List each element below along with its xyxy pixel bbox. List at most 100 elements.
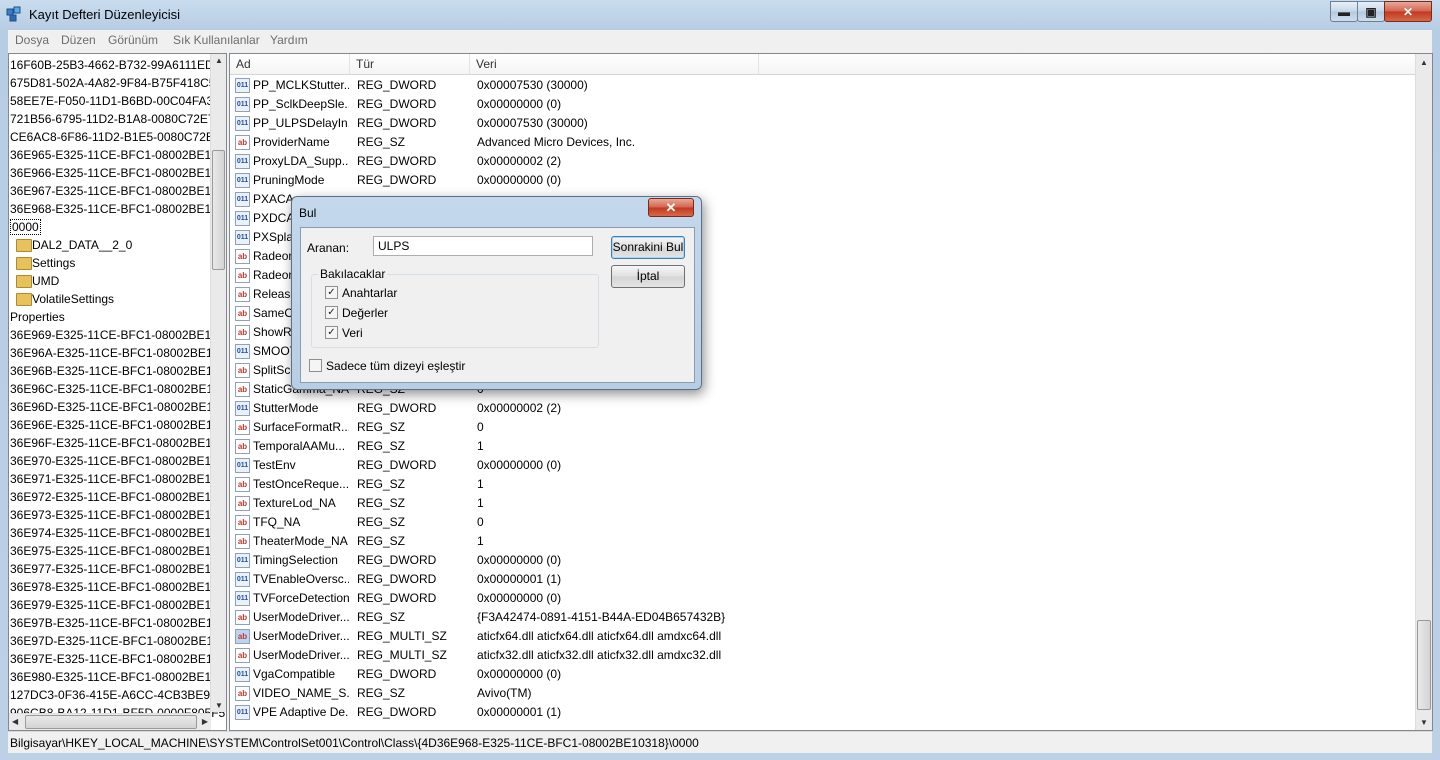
folder-icon	[16, 239, 32, 252]
tree-folder-item[interactable]: DAL2_DATA__2_0	[14, 236, 132, 254]
tree-key-item[interactable]: 36E975-E325-11CE-BFC1-08002BE103	[10, 542, 225, 560]
value-type: REG_SZ	[357, 135, 406, 149]
string-value-icon: ab	[235, 249, 250, 264]
tree-key-item[interactable]: 0000	[10, 218, 41, 236]
tree-key-item[interactable]: 36E977-E325-11CE-BFC1-08002BE103	[10, 560, 225, 578]
tree-vertical-scrollbar[interactable]: ▲ ▼	[210, 54, 226, 712]
tree-scroll-thumb[interactable]	[212, 150, 225, 270]
menu-yardim[interactable]: Yardım	[270, 33, 308, 47]
value-type: REG_DWORD	[357, 705, 437, 719]
dialog-close-button[interactable]: ✕	[648, 198, 694, 217]
scroll-left-arrow-icon[interactable]: ◀	[12, 717, 18, 726]
column-ad[interactable]: Ad	[230, 54, 350, 74]
value-data: Advanced Micro Devices, Inc.	[477, 135, 636, 149]
checkbox-values[interactable]: ✓	[325, 306, 338, 319]
tree-item-label: 36E96E-E325-11CE-BFC1-08002BE103	[10, 418, 226, 432]
tree-item-label: 36E96D-E325-11CE-BFC1-08002BE103	[10, 400, 227, 414]
maximize-button[interactable]: ▣	[1357, 1, 1385, 22]
binary-value-icon: 011	[235, 173, 250, 188]
value-type: REG_DWORD	[357, 667, 437, 681]
tree-item-label: 127DC3-0F36-415E-A6CC-4CB3BE910	[10, 688, 224, 702]
tree-item-label: 36E975-E325-11CE-BFC1-08002BE103	[10, 544, 225, 558]
client-area: 906CB8-BA12-11D1-BF5D-0000F805F5127DC3-0…	[8, 49, 1433, 731]
menu-duzen[interactable]: Düzen	[61, 33, 96, 47]
menu-sik-kullanilanlar[interactable]: Sık Kullanılanlar	[173, 33, 260, 47]
key-tree[interactable]: 906CB8-BA12-11D1-BF5D-0000F805F5127DC3-0…	[8, 53, 227, 731]
column-veri[interactable]: Veri	[470, 54, 759, 74]
list-scroll-thumb[interactable]	[1417, 620, 1431, 710]
tree-key-item[interactable]: 16F60B-25B3-4662-B732-99A6111EDC	[10, 56, 222, 74]
list-scroll-down-arrow-icon[interactable]: ▼	[1420, 718, 1428, 727]
scroll-down-arrow-icon[interactable]: ▼	[215, 701, 223, 710]
tree-key-item[interactable]: 36E97E-E325-11CE-BFC1-08002BE103	[10, 650, 226, 668]
tree-item-label: 721B56-6795-11D2-B1A8-0080C72E74	[10, 112, 222, 126]
checkbox-match-whole[interactable]	[309, 359, 322, 372]
value-type: REG_SZ	[357, 496, 406, 510]
list-vertical-scrollbar[interactable]: ▲ ▼	[1415, 54, 1432, 730]
tree-key-item[interactable]: 721B56-6795-11D2-B1A8-0080C72E74	[10, 110, 221, 128]
value-data: 0x00000000 (0)	[477, 553, 562, 567]
checkbox-data[interactable]: ✓	[325, 326, 338, 339]
tree-key-item[interactable]: Properties	[10, 308, 65, 326]
value-data: 0	[477, 515, 484, 529]
tree-key-item[interactable]: 36E978-E325-11CE-BFC1-08002BE103	[10, 578, 225, 596]
value-name: ProviderName	[253, 135, 330, 149]
binary-value-icon: 011	[235, 97, 250, 112]
find-next-button[interactable]: Sonrakini Bul	[611, 236, 685, 259]
tree-key-item[interactable]: 36E96E-E325-11CE-BFC1-08002BE103	[10, 416, 226, 434]
minimize-button[interactable]: ▬	[1330, 1, 1358, 22]
tree-key-item[interactable]: 58EE7E-F050-11D1-B6BD-00C04FA372	[10, 92, 226, 110]
tree-hscroll-thumb[interactable]	[25, 715, 197, 729]
checkbox-keys[interactable]: ✓	[325, 286, 338, 299]
value-data: 0x00000000 (0)	[477, 591, 562, 605]
menu-bar: Dosya Düzen Görünüm Sık Kullanılanlar Ya…	[8, 30, 1432, 49]
tree-key-item[interactable]: 36E96A-E325-11CE-BFC1-08002BE103	[10, 344, 226, 362]
tree-key-item[interactable]: 36E972-E325-11CE-BFC1-08002BE103	[10, 488, 225, 506]
tree-horizontal-scrollbar[interactable]: ◀ ▶	[9, 713, 211, 730]
tree-key-item[interactable]: CE6AC8-6F86-11D2-B1E5-0080C72E74	[10, 128, 226, 146]
tree-key-item[interactable]: 36E96D-E325-11CE-BFC1-08002BE103	[10, 398, 227, 416]
tree-key-item[interactable]: 36E96C-E325-11CE-BFC1-08002BE103	[10, 380, 226, 398]
tree-key-item[interactable]: 36E979-E325-11CE-BFC1-08002BE103	[10, 596, 225, 614]
menu-dosya[interactable]: Dosya	[15, 33, 49, 47]
column-tur[interactable]: Tür	[350, 54, 470, 74]
tree-key-item[interactable]: 36E969-E325-11CE-BFC1-08002BE103	[10, 326, 225, 344]
scroll-up-arrow-icon[interactable]: ▲	[215, 56, 223, 65]
tree-key-item[interactable]: 36E971-E325-11CE-BFC1-08002BE103	[10, 470, 225, 488]
tree-key-item[interactable]: 36E974-E325-11CE-BFC1-08002BE103	[10, 524, 225, 542]
list-scroll-up-arrow-icon[interactable]: ▲	[1420, 58, 1428, 67]
tree-folder-item[interactable]: Settings	[14, 254, 75, 272]
tree-key-item[interactable]: 675D81-502A-4A82-9F84-B75F418C5D	[10, 74, 224, 92]
tree-key-item[interactable]: 36E966-E325-11CE-BFC1-08002BE103	[10, 164, 225, 182]
tree-key-item[interactable]: 36E96F-E325-11CE-BFC1-08002BE103	[10, 434, 225, 452]
tree-key-item[interactable]: 36E973-E325-11CE-BFC1-08002BE103	[10, 506, 225, 524]
value-data: 0x00007530 (30000)	[477, 116, 588, 130]
tree-key-item[interactable]: 36E97B-E325-11CE-BFC1-08002BE103	[10, 614, 226, 632]
value-name: PP_ULPSDelayIn...	[253, 116, 349, 130]
value-type: REG_DWORD	[357, 173, 437, 187]
menu-gorunum[interactable]: Görünüm	[108, 33, 158, 47]
binary-value-icon: 011	[235, 116, 250, 131]
tree-key-item[interactable]: 36E967-E325-11CE-BFC1-08002BE103	[10, 182, 225, 200]
close-button[interactable]: ✕	[1384, 1, 1432, 22]
value-type: REG_SZ	[357, 420, 406, 434]
value-name: TheaterMode_NA	[253, 534, 348, 548]
scroll-right-arrow-icon[interactable]: ▶	[202, 717, 208, 726]
title-bar[interactable]: Kayıt Defteri Düzenleyicisi ▬ ▣ ✕	[0, 0, 1440, 28]
tree-item-label: 36E974-E325-11CE-BFC1-08002BE103	[10, 526, 225, 540]
tree-key-item[interactable]: 36E96B-E325-11CE-BFC1-08002BE103	[10, 362, 226, 380]
value-name: UserModeDriver...	[253, 648, 349, 662]
tree-key-item[interactable]: 36E965-E325-11CE-BFC1-08002BE103	[10, 146, 225, 164]
cancel-button[interactable]: İptal	[611, 265, 685, 288]
tree-key-item[interactable]: 36E970-E325-11CE-BFC1-08002BE103	[10, 452, 225, 470]
tree-key-item[interactable]: 36E980-E325-11CE-BFC1-08002BE103	[10, 668, 225, 686]
tree-key-item[interactable]: 36E97D-E325-11CE-BFC1-08002BE103	[10, 632, 226, 650]
string-value-icon: ab	[235, 420, 250, 435]
value-list[interactable]: Ad Tür Veri ▲ ▼ 011 PP_MCLKStutter... REG_…	[229, 53, 1433, 731]
tree-key-item[interactable]: 127DC3-0F36-415E-A6CC-4CB3BE910	[10, 686, 223, 704]
tree-key-item[interactable]: 36E968-E325-11CE-BFC1-08002BE103	[10, 200, 225, 218]
option-match-whole-label: Sadece tüm dizeyi eşleştir	[326, 359, 466, 373]
find-input[interactable]	[373, 236, 593, 256]
tree-folder-item[interactable]: UMD	[14, 272, 59, 290]
tree-folder-item[interactable]: VolatileSettings	[14, 290, 114, 308]
